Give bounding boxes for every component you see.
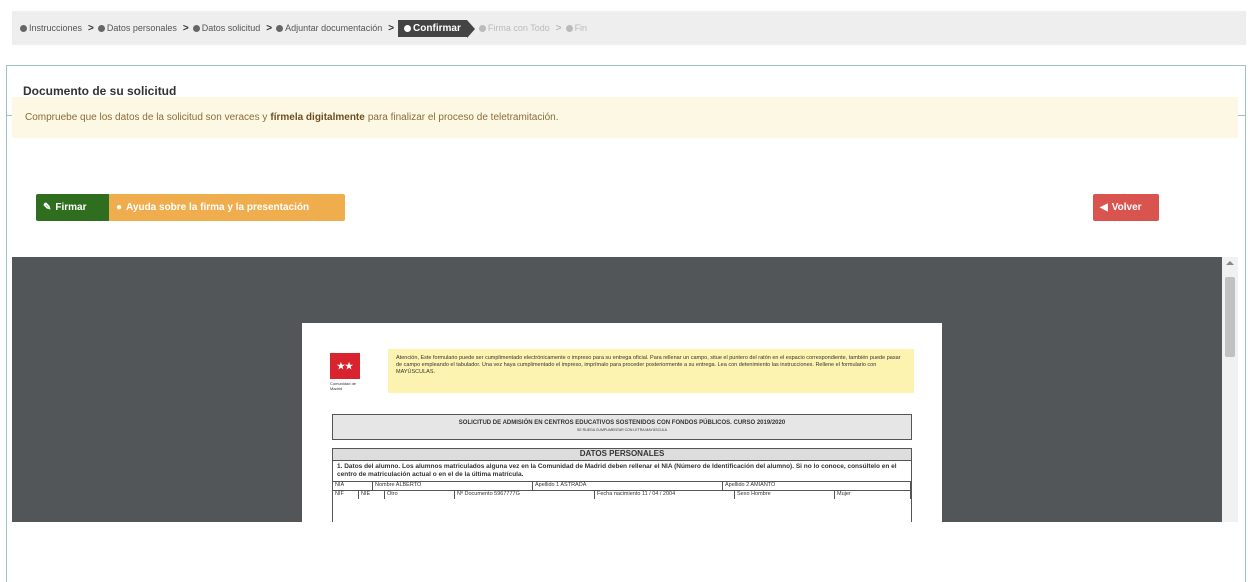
step-adjuntar-documentacion[interactable]: Adjuntar documentación [276, 23, 382, 33]
form-row-names: NIA Nombre ALBERTO Apellido 1 ASTRADA Ap… [333, 481, 911, 490]
step-confirmar: Confirmar [398, 19, 475, 38]
field-documento: Nº Documento 5967777G [455, 491, 595, 499]
panel-title: Documento de su solicitud [23, 83, 177, 98]
field-apellido1: Apellido 1 ASTRADA [533, 482, 723, 490]
step-icon [97, 24, 105, 32]
logo-text: Comunidad de Madrid [330, 381, 357, 391]
step-separator-icon: > [182, 22, 189, 34]
step-separator-icon: > [88, 22, 94, 34]
field-nie: NIE [359, 491, 385, 499]
form-title: SOLICITUD DE ADMISIÓN EN CENTROS EDUCATI… [332, 414, 912, 440]
back-button[interactable]: ◀ Volver [1093, 194, 1159, 221]
step-icon [20, 24, 27, 32]
step-firma: Firma con Todo [478, 23, 550, 33]
field-otro: Otro [385, 491, 455, 499]
step-separator-icon: > [266, 22, 273, 34]
form-note: Atención, Este formulario puede ser cump… [388, 349, 914, 393]
step-icon [478, 24, 486, 32]
question-icon: ● [116, 202, 123, 213]
field-nia: NIA [333, 482, 373, 490]
community-logo: ★★ Comunidad de Madrid [330, 353, 364, 397]
step-icon [404, 24, 412, 32]
arrow-left-icon: ◀ [1100, 202, 1108, 213]
form-subtitle: SE RUEGA CUMPLIMENTAR CON LETRA MAYÚSCUL… [577, 428, 667, 432]
alert-text-bold: fírmela digitalmente [270, 112, 365, 123]
section-header: DATOS PERSONALES [333, 449, 911, 461]
field-sexo-mujer: Mujer [835, 491, 911, 499]
step-datos-solicitud[interactable]: Datos solicitud [192, 23, 260, 33]
help-button[interactable]: ● Ayuda sobre la firma y la presentación [109, 194, 345, 221]
alert-text-before: Compruebe que los datos de la solicitud … [25, 112, 268, 123]
form-row-document: NIF NIE Otro Nº Documento 5967777G Fecha… [333, 490, 911, 499]
step-instrucciones[interactable]: Instrucciones [20, 23, 82, 33]
field-sexo-hombre: Sexo Hombre [735, 491, 835, 499]
step-separator-icon: > [555, 22, 562, 34]
wizard-steps: Instrucciones > Datos personales > Datos… [12, 11, 1246, 45]
field-fecha-nacimiento: Fecha nacimiento 11 / 04 / 2004 [595, 491, 735, 499]
sign-button[interactable]: ✎ Firmar [36, 194, 110, 221]
viewer-scrollbar[interactable] [1222, 257, 1238, 522]
section-body: 1. Datos del alumno. Los alumnos matricu… [337, 463, 897, 478]
step-separator-icon: > [388, 22, 395, 34]
scroll-up-icon[interactable] [1226, 261, 1234, 265]
field-apellido2: Apellido 2 AMIANTO [723, 482, 911, 490]
logo-stars-icon: ★★ [330, 353, 360, 379]
pdf-viewer[interactable]: ★★ Comunidad de Madrid Atención, Este fo… [12, 257, 1222, 522]
field-nif: NIF [333, 491, 359, 499]
personal-data-section: DATOS PERSONALES 1. Datos del alumno. Lo… [332, 448, 912, 522]
warning-alert: Compruebe que los datos de la solicitud … [12, 97, 1238, 138]
field-nombre: Nombre ALBERTO [373, 482, 533, 490]
edit-icon: ✎ [43, 202, 52, 213]
step-datos-personales[interactable]: Datos personales [97, 23, 177, 33]
pdf-page: ★★ Comunidad de Madrid Atención, Este fo… [302, 323, 942, 522]
alert-text-after: para finalizar el proceso de teletramita… [367, 112, 559, 123]
step-icon [565, 24, 573, 32]
step-icon [192, 24, 200, 32]
scroll-thumb[interactable] [1225, 277, 1235, 357]
step-fin: Fin [565, 23, 587, 33]
step-icon [276, 24, 284, 32]
